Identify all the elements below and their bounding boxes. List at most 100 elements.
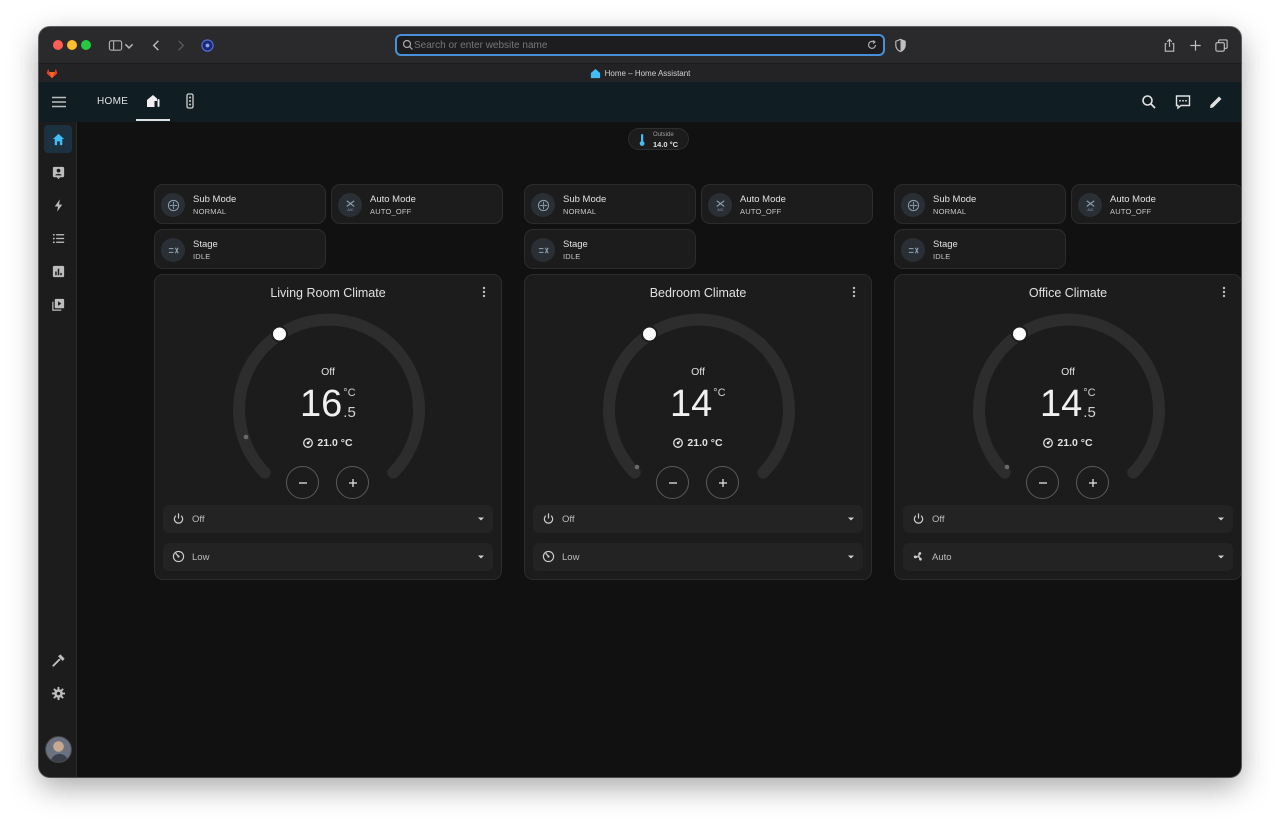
tile-state: IDLE (193, 252, 211, 261)
close-window-button[interactable] (53, 40, 63, 50)
sidebar-item-overview[interactable] (44, 125, 72, 153)
current-temperature-value: 21.0 °C (1057, 437, 1093, 449)
ac-icon: A/C (1078, 193, 1102, 217)
account-box-icon (52, 166, 64, 179)
thermostat-card-living-room: Living Room Climate Off 16 °C .5 21.0 °C (154, 274, 502, 580)
reload-icon[interactable] (866, 39, 878, 51)
sidebar (39, 122, 77, 777)
plus-icon (718, 478, 727, 487)
increase-button[interactable] (336, 466, 369, 499)
hvac-mode-value: Off (562, 514, 575, 525)
target-integer: 14 (1040, 383, 1083, 425)
sidebar-item-logbook[interactable] (44, 224, 72, 252)
tile-stage[interactable]: Stage IDLE (894, 229, 1066, 269)
sidebar-toggle-icon[interactable] (105, 35, 125, 55)
minus-icon (1038, 481, 1047, 484)
increase-button[interactable] (1076, 466, 1109, 499)
play-box-multiple-icon (51, 298, 64, 311)
svg-text:A/C: A/C (1087, 208, 1093, 212)
target-unit: °C (1083, 387, 1096, 399)
increase-button[interactable] (706, 466, 739, 499)
tile-auto-mode[interactable]: A/C Auto Mode AUTO_OFF (331, 184, 503, 224)
current-temperature: 21.0 °C (895, 437, 1241, 449)
zoom-window-button[interactable] (81, 40, 91, 50)
sidebar-item-developer-tools[interactable] (44, 646, 72, 674)
sidebar-item-settings[interactable] (44, 679, 72, 707)
tile-name: Sub Mode (193, 194, 237, 205)
fan-mode-value: Low (562, 552, 580, 563)
tab-overview-icon[interactable] (1211, 35, 1231, 55)
avatar[interactable] (45, 736, 72, 763)
view-tab-home[interactable]: HOME (97, 96, 128, 107)
thermometer-icon (639, 134, 645, 146)
outside-label: Outside (653, 132, 674, 138)
fan-mode-select[interactable]: Low (163, 543, 493, 571)
decrease-button[interactable] (656, 466, 689, 499)
dial-current-marker (1004, 464, 1010, 470)
tile-name: Sub Mode (563, 194, 607, 205)
tile-state: NORMAL (563, 207, 597, 216)
current-temperature-value: 21.0 °C (687, 437, 723, 449)
hvac-mode-select[interactable]: Off (163, 505, 493, 533)
tile-stage[interactable]: Stage IDLE (524, 229, 696, 269)
thermostat-icon (1043, 438, 1054, 448)
share-icon[interactable] (1159, 35, 1179, 55)
address-bar[interactable] (395, 34, 885, 56)
current-temperature-value: 21.0 °C (317, 437, 353, 449)
dial-handle[interactable] (641, 325, 658, 343)
home-thermostat-icon[interactable] (144, 92, 162, 110)
current-temperature: 21.0 °C (525, 437, 871, 449)
sidebar-item-media[interactable] (44, 290, 72, 318)
remote-icon[interactable] (181, 92, 199, 110)
extension-icon[interactable] (197, 35, 217, 55)
tile-auto-mode[interactable]: A/C Auto Mode AUTO_OFF (701, 184, 873, 224)
chevron-down-icon[interactable] (123, 35, 135, 55)
tab-title: Home – Home Assistant (604, 69, 691, 78)
active-tab[interactable]: Home – Home Assistant (39, 68, 1241, 79)
assist-icon[interactable] (1174, 93, 1192, 111)
fan-mode-select[interactable]: Low (533, 543, 863, 571)
back-icon[interactable] (146, 35, 166, 55)
search-icon[interactable] (1140, 93, 1158, 111)
outside-temperature-badge[interactable]: Outside 14.0 °C (628, 128, 689, 150)
new-tab-icon[interactable] (1185, 35, 1205, 55)
hvac-mode-select[interactable]: Off (903, 505, 1233, 533)
minimize-window-button[interactable] (67, 40, 77, 50)
card-title: Bedroom Climate (649, 286, 747, 300)
forward-icon[interactable] (170, 35, 190, 55)
power-icon (543, 513, 554, 524)
browser-window: Home – Home Assistant HOME (39, 27, 1241, 777)
tab-bar: Home – Home Assistant (39, 63, 1241, 82)
tile-sub-mode[interactable]: Sub Mode NORMAL (894, 184, 1066, 224)
fan-speed-icon (172, 550, 185, 563)
target-temperature: 16 °C .5 (155, 383, 501, 425)
decrease-button[interactable] (1026, 466, 1059, 499)
more-options-icon[interactable] (1217, 285, 1231, 299)
dial-handle[interactable] (271, 325, 288, 343)
tile-state: AUTO_OFF (370, 207, 412, 216)
tile-stage[interactable]: Stage IDLE (154, 229, 326, 269)
card-title: Office Climate (1028, 286, 1108, 300)
fan-mode-select[interactable]: Auto (903, 543, 1233, 571)
tile-sub-mode[interactable]: Sub Mode NORMAL (524, 184, 696, 224)
privacy-shield-icon[interactable] (890, 35, 910, 55)
hvac-mode-label: Off (691, 366, 705, 378)
dial-handle[interactable] (1011, 325, 1028, 343)
thermostat-icon (673, 438, 684, 448)
menu-icon[interactable] (50, 93, 68, 111)
edit-pencil-icon[interactable] (1207, 93, 1225, 111)
app-header: HOME (39, 82, 1241, 122)
sidebar-item-history[interactable] (44, 257, 72, 285)
target-integer: 14 (670, 383, 713, 425)
address-input[interactable] (414, 37, 854, 53)
hvac-mode-select[interactable]: Off (533, 505, 863, 533)
tile-sub-mode[interactable]: Sub Mode NORMAL (154, 184, 326, 224)
power-icon (913, 513, 924, 524)
sidebar-item-energy[interactable] (44, 191, 72, 219)
stage-icon (161, 238, 185, 262)
more-options-icon[interactable] (477, 285, 491, 299)
decrease-button[interactable] (286, 466, 319, 499)
sidebar-item-map[interactable] (44, 158, 72, 186)
tile-auto-mode[interactable]: A/C Auto Mode AUTO_OFF (1071, 184, 1241, 224)
more-options-icon[interactable] (847, 285, 861, 299)
